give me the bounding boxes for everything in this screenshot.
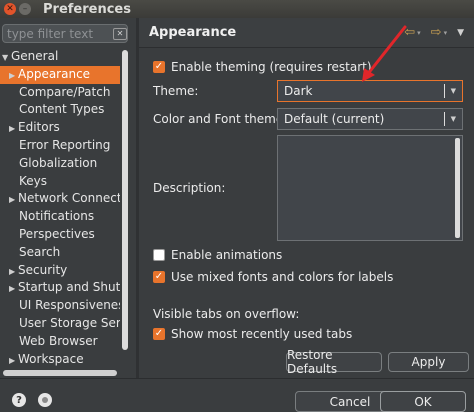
back-dropdown-icon[interactable]: ▾ (417, 29, 421, 37)
mixed-fonts-checkbox[interactable]: ✓ (153, 271, 165, 283)
tree-item-globalization[interactable]: Globalization (0, 155, 120, 173)
tree-item-security[interactable]: ▶ Security (0, 262, 120, 280)
tree-item-user-storage[interactable]: User Storage Servic (0, 315, 120, 333)
tree-item-label: UI Responsiveness M (19, 298, 120, 313)
tree-item-perspectives[interactable]: Perspectives (0, 226, 120, 244)
tree-item-search[interactable]: Search (0, 244, 120, 262)
tree-item-content-types[interactable]: Content Types (0, 101, 120, 119)
scrollbar-thumb[interactable] (122, 50, 128, 350)
clear-filter-icon[interactable]: ✕ (113, 27, 127, 40)
page-title: Appearance (149, 25, 237, 40)
tree-item-label: Appearance (18, 66, 91, 81)
page-header: Appearance ⇦ ▾ ⇨ ▾ ▼ (139, 18, 474, 48)
restore-defaults-button[interactable]: Restore Defaults (286, 348, 382, 376)
chevron-down-icon[interactable]: ▼ (451, 87, 456, 95)
tree-item-label: Compare/Patch (19, 84, 111, 99)
enable-theming-checkbox[interactable]: ✓ (153, 61, 165, 73)
enable-animations-label: Enable animations (171, 248, 283, 262)
tree-item-label: Search (19, 244, 61, 259)
theme-value: Dark (284, 84, 313, 98)
theme-select[interactable]: Dark ▼ (277, 80, 463, 102)
theme-label: Theme: (153, 84, 199, 98)
help-icon[interactable]: ? (12, 393, 26, 407)
collapsed-arrow-icon[interactable]: ▶ (9, 191, 18, 208)
panel-divider[interactable] (136, 18, 139, 378)
back-arrow-icon[interactable]: ⇦ (404, 25, 415, 40)
color-font-theme-label: Color and Font theme: (153, 112, 288, 126)
collapsed-arrow-icon[interactable]: ▶ (9, 67, 18, 84)
filter-field: ✕ (2, 24, 128, 43)
show-recent-tabs-label: Show most recently used tabs (171, 327, 353, 341)
tree-item-label: Globalization (19, 155, 98, 170)
collapsed-arrow-icon[interactable]: ▶ (9, 120, 18, 137)
enable-animations-checkbox[interactable] (153, 249, 165, 261)
enable-theming-row: ✓ Enable theming (requires restart) (153, 60, 372, 74)
tree-item-general[interactable]: ▼ General (0, 48, 120, 66)
tree-item-compare-patch[interactable]: Compare/Patch (0, 84, 120, 102)
tree-item-label: Web Browser (19, 333, 98, 348)
show-recent-tabs-row: ✓ Show most recently used tabs (153, 327, 352, 341)
tree-item-label: Workspace (18, 351, 84, 366)
tree-item-label: Network Connection (18, 191, 120, 206)
tree-item-error-reporting[interactable]: Error Reporting (0, 137, 120, 155)
tree-item-label: Editors (18, 120, 60, 135)
tree-item-ui-responsiveness[interactable]: UI Responsiveness M (0, 297, 120, 315)
tree-horizontal-scrollbar[interactable] (0, 368, 130, 378)
expanded-arrow-icon[interactable]: ▼ (2, 49, 11, 66)
show-recent-tabs-checkbox[interactable]: ✓ (153, 328, 165, 340)
tree-vertical-scrollbar[interactable] (120, 48, 130, 366)
tree-item-keys[interactable]: Keys (0, 173, 120, 191)
select-separator (443, 112, 445, 126)
scrollbar-thumb[interactable] (3, 370, 117, 376)
filter-input[interactable] (3, 25, 109, 42)
tree-item-label: Perspectives (19, 226, 95, 241)
tree-item-label: Security (18, 262, 68, 277)
footer-separator (0, 378, 474, 379)
description-label: Description: (153, 181, 226, 195)
title-bar: ✕ – Preferences (0, 0, 474, 18)
tree-item-appearance[interactable]: ▶ Appearance (0, 65, 120, 84)
forward-arrow-icon[interactable]: ⇨ (431, 25, 442, 40)
tree-item-web-browser[interactable]: Web Browser (0, 333, 120, 351)
tree-item-label: General (11, 49, 59, 63)
tree-item-label: Notifications (19, 209, 95, 224)
enable-animations-row: Enable animations (153, 248, 282, 262)
tree-item-label: Error Reporting (19, 137, 111, 152)
mixed-fonts-label: Use mixed fonts and colors for labels (171, 270, 394, 284)
window-title: Preferences (43, 1, 131, 17)
close-window-button[interactable]: ✕ (4, 3, 16, 15)
preferences-tree: ▼ General ▶ Appearance Compare/Patch Conte… (0, 48, 120, 366)
tree-item-notifications[interactable]: Notifications (0, 208, 120, 226)
select-separator (443, 84, 445, 98)
ok-button[interactable]: OK (380, 391, 466, 412)
color-font-theme-value: Default (current) (284, 112, 385, 126)
description-scrollbar[interactable] (455, 138, 460, 238)
enable-theming-label: Enable theming (requires restart) (171, 60, 372, 74)
collapsed-arrow-icon[interactable]: ▶ (9, 280, 18, 297)
tree-item-startup-shutdown[interactable]: ▶Startup and Shutdown (0, 279, 120, 297)
tree-item-label: Content Types (19, 102, 105, 117)
tree-item-label: Startup and Shutdown (18, 280, 120, 295)
color-font-theme-select[interactable]: Default (current) ▼ (277, 108, 463, 130)
minimize-window-button[interactable]: – (19, 3, 31, 15)
description-text-area[interactable] (277, 135, 463, 241)
icon-center (42, 397, 48, 403)
view-menu-icon[interactable]: ▼ (457, 28, 464, 38)
collapsed-arrow-icon[interactable]: ▶ (9, 352, 18, 366)
tree-item-label: User Storage Servic (19, 315, 120, 330)
apply-button[interactable]: Apply (388, 352, 469, 372)
settings-import-icon[interactable] (38, 393, 52, 407)
visible-tabs-label: Visible tabs on overflow: (153, 307, 300, 321)
tree-item-label: Keys (19, 173, 48, 188)
tree-item-workspace[interactable]: ▶ Workspace (0, 351, 120, 366)
tree-item-editors[interactable]: ▶ Editors (0, 119, 120, 137)
mixed-fonts-row: ✓ Use mixed fonts and colors for labels (153, 270, 393, 284)
forward-dropdown-icon[interactable]: ▾ (444, 29, 448, 37)
collapsed-arrow-icon[interactable]: ▶ (9, 263, 18, 280)
tree-item-network-connection[interactable]: ▶Network Connection (0, 190, 120, 208)
chevron-down-icon[interactable]: ▼ (451, 115, 456, 123)
